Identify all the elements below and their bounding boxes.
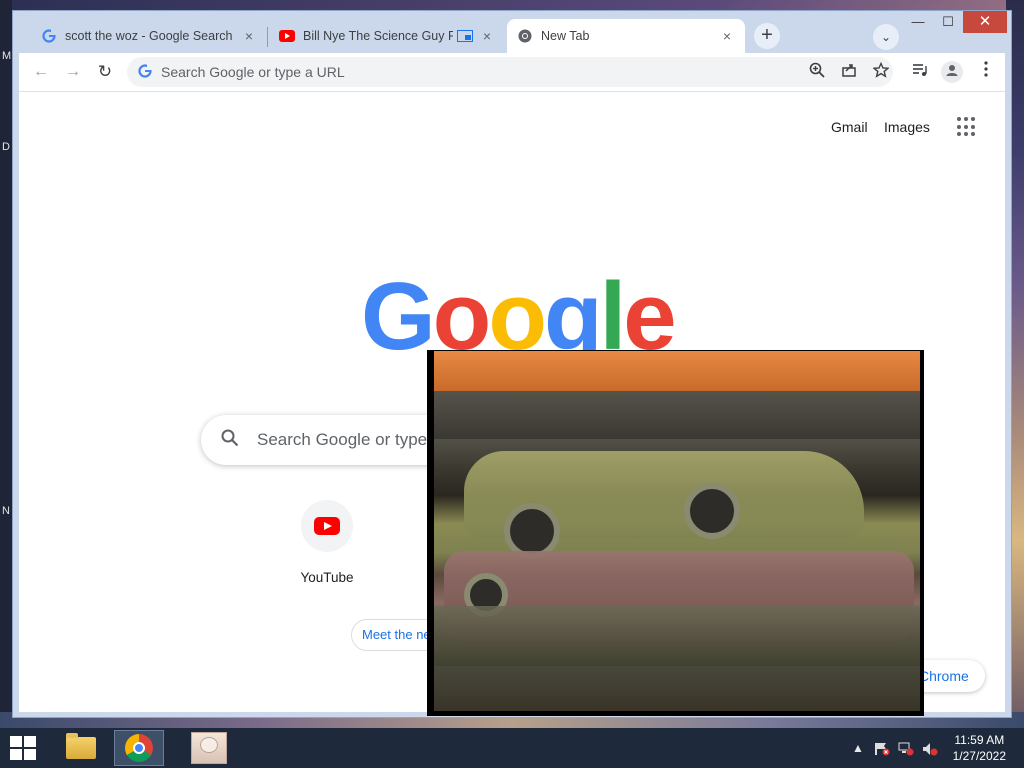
tab-close-icon[interactable]: × <box>719 28 735 44</box>
browser-toolbar: ← → ↻ Search Google or type a URL <box>19 53 1005 91</box>
more-menu-icon[interactable] <box>975 61 997 83</box>
video-crusher-top <box>434 351 920 391</box>
windows-taskbar: ▲ 11:59 AM 1/27/2022 <box>0 728 1024 768</box>
system-clock[interactable]: 11:59 AM 1/27/2022 <box>953 732 1006 764</box>
profile-icon[interactable] <box>941 61 963 83</box>
desktop-icon-label: M <box>2 50 12 62</box>
video-frame <box>434 351 920 711</box>
video-car-wheel <box>684 483 740 539</box>
tab-close-icon[interactable]: × <box>479 28 495 44</box>
google-favicon <box>41 28 57 44</box>
network-icon[interactable] <box>898 728 914 768</box>
search-icon <box>221 429 241 452</box>
tab-search-button[interactable]: ⌄ <box>873 24 899 50</box>
zoom-icon[interactable] <box>807 62 827 82</box>
search-placeholder: Search Google or type <box>257 430 428 449</box>
tab-separator <box>267 27 268 47</box>
share-icon[interactable] <box>839 62 859 82</box>
taskbar-chrome[interactable] <box>114 730 164 766</box>
youtube-icon <box>314 517 340 535</box>
forward-button[interactable]: → <box>61 60 85 84</box>
chrome-icon <box>125 734 153 762</box>
anime-app-icon <box>191 732 227 764</box>
google-g-icon <box>137 64 153 80</box>
tab-strip: scott the woz - Google Search × Bill Nye… <box>13 11 1011 53</box>
maximize-button[interactable]: ☐ <box>933 11 963 33</box>
desktop-left-edge: M D N <box>0 0 12 720</box>
taskbar-anime-app[interactable] <box>184 730 234 766</box>
shortcut-youtube[interactable]: YouTube <box>295 500 359 585</box>
desktop-icon-label: N <box>2 505 10 517</box>
back-button[interactable]: ← <box>29 60 53 84</box>
bookmark-star-icon[interactable] <box>871 61 891 82</box>
file-explorer-icon <box>66 733 96 759</box>
images-link[interactable]: Images <box>884 119 930 135</box>
tab-close-icon[interactable]: × <box>241 28 257 44</box>
shortcut-label: YouTube <box>300 570 354 585</box>
tab-google-search[interactable]: scott the woz - Google Search × <box>31 19 267 53</box>
tab-title: Bill Nye The Science Guy Phs <box>303 29 453 43</box>
media-controls-icon[interactable] <box>909 61 931 83</box>
desktop-icon-label: D <box>2 141 10 153</box>
reload-button[interactable]: ↻ <box>93 60 117 84</box>
gmail-link[interactable]: Gmail <box>831 119 868 135</box>
tab-title: New Tab <box>541 29 590 43</box>
video-crusher-plate <box>434 606 920 666</box>
tab-youtube-video[interactable]: Bill Nye The Science Guy Phs × <box>269 19 505 53</box>
tray-overflow-icon[interactable]: ▲ <box>852 728 864 768</box>
picture-in-picture-icon[interactable] <box>457 28 473 44</box>
google-apps-icon[interactable] <box>957 117 977 137</box>
clock-time: 11:59 AM <box>954 733 1005 747</box>
address-bar-placeholder: Search Google or type a URL <box>161 64 345 80</box>
video-crusher-beam <box>434 391 920 439</box>
action-center-flag-icon[interactable] <box>874 728 890 768</box>
taskbar-file-explorer[interactable] <box>56 730 106 766</box>
volume-icon[interactable] <box>922 728 938 768</box>
minimize-button[interactable]: — <box>903 11 933 33</box>
shortcut-tile <box>301 500 353 552</box>
tab-title: scott the woz - Google Search <box>65 29 233 43</box>
start-button[interactable] <box>10 736 36 760</box>
picture-in-picture-window[interactable] <box>427 350 924 716</box>
tab-new-tab[interactable]: New Tab × <box>507 19 745 53</box>
close-window-button[interactable]: ✕ <box>963 11 1007 33</box>
clock-date: 1/27/2022 <box>952 749 1006 763</box>
new-tab-button[interactable]: + <box>754 23 780 49</box>
address-bar[interactable]: Search Google or type a URL <box>127 57 893 87</box>
logo-letter: G <box>361 263 436 370</box>
youtube-favicon <box>279 28 295 44</box>
chrome-favicon <box>517 28 533 44</box>
